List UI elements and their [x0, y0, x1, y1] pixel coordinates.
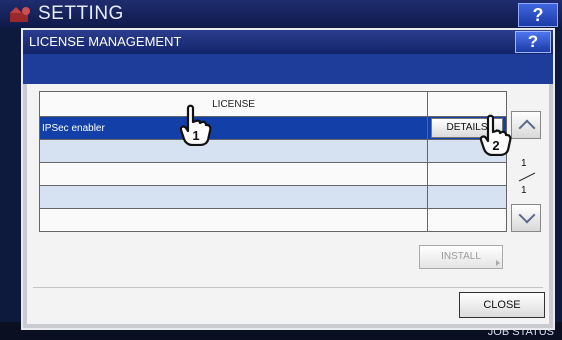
table-row[interactable] [38, 139, 507, 163]
license-column-header: LICENSE [38, 91, 429, 117]
license-action-cell [427, 185, 507, 209]
dialog-message-band [23, 54, 553, 84]
table-row[interactable] [38, 208, 507, 232]
scroll-up-button[interactable] [511, 111, 541, 139]
scroll-down-button[interactable] [511, 204, 541, 232]
dialog-help-button[interactable]: ? [515, 31, 551, 53]
page-separator [518, 172, 536, 182]
license-name-cell [38, 139, 429, 163]
chevron-down-icon [518, 206, 536, 224]
dialog-title: LICENSE MANAGEMENT [29, 34, 182, 49]
action-column-header [427, 91, 507, 117]
arrow-icon [496, 260, 500, 266]
step-number: 2 [492, 138, 499, 153]
table-row[interactable]: IPSec enabler DETAILS [38, 116, 507, 140]
license-name-cell [38, 185, 429, 209]
install-label: INSTALL [441, 251, 481, 262]
table-row[interactable] [38, 162, 507, 186]
setting-logo-icon [10, 7, 30, 22]
page-current: 1 [521, 158, 527, 169]
pointing-hand-icon: 1 [179, 104, 212, 146]
background-title: SETTING [38, 3, 124, 24]
license-action-cell [427, 208, 507, 232]
license-name-cell [38, 162, 429, 186]
dialog-content: LICENSE IPSec enabler DETAILS 1 1 INSTAL… [27, 84, 549, 324]
close-button[interactable]: CLOSE [459, 292, 545, 318]
dialog-titlebar: LICENSE MANAGEMENT ? [23, 30, 553, 54]
table-row[interactable] [38, 185, 507, 209]
page-total: 1 [521, 185, 527, 196]
background-help-button[interactable]: ? [518, 3, 558, 27]
license-table: LICENSE IPSec enabler DETAILS [38, 91, 507, 232]
divider [33, 287, 543, 288]
install-button[interactable]: INSTALL [419, 245, 503, 269]
chevron-up-icon [518, 119, 536, 137]
license-name-cell [38, 208, 429, 232]
license-management-dialog: LICENSE MANAGEMENT ? LICENSE IPSec enabl… [21, 28, 555, 330]
pointing-hand-icon: 2 [479, 114, 512, 156]
background-header: SETTING ? [0, 0, 562, 27]
step-number: 1 [192, 128, 199, 143]
license-action-cell [427, 162, 507, 186]
license-name-cell: IPSec enabler [38, 116, 429, 140]
